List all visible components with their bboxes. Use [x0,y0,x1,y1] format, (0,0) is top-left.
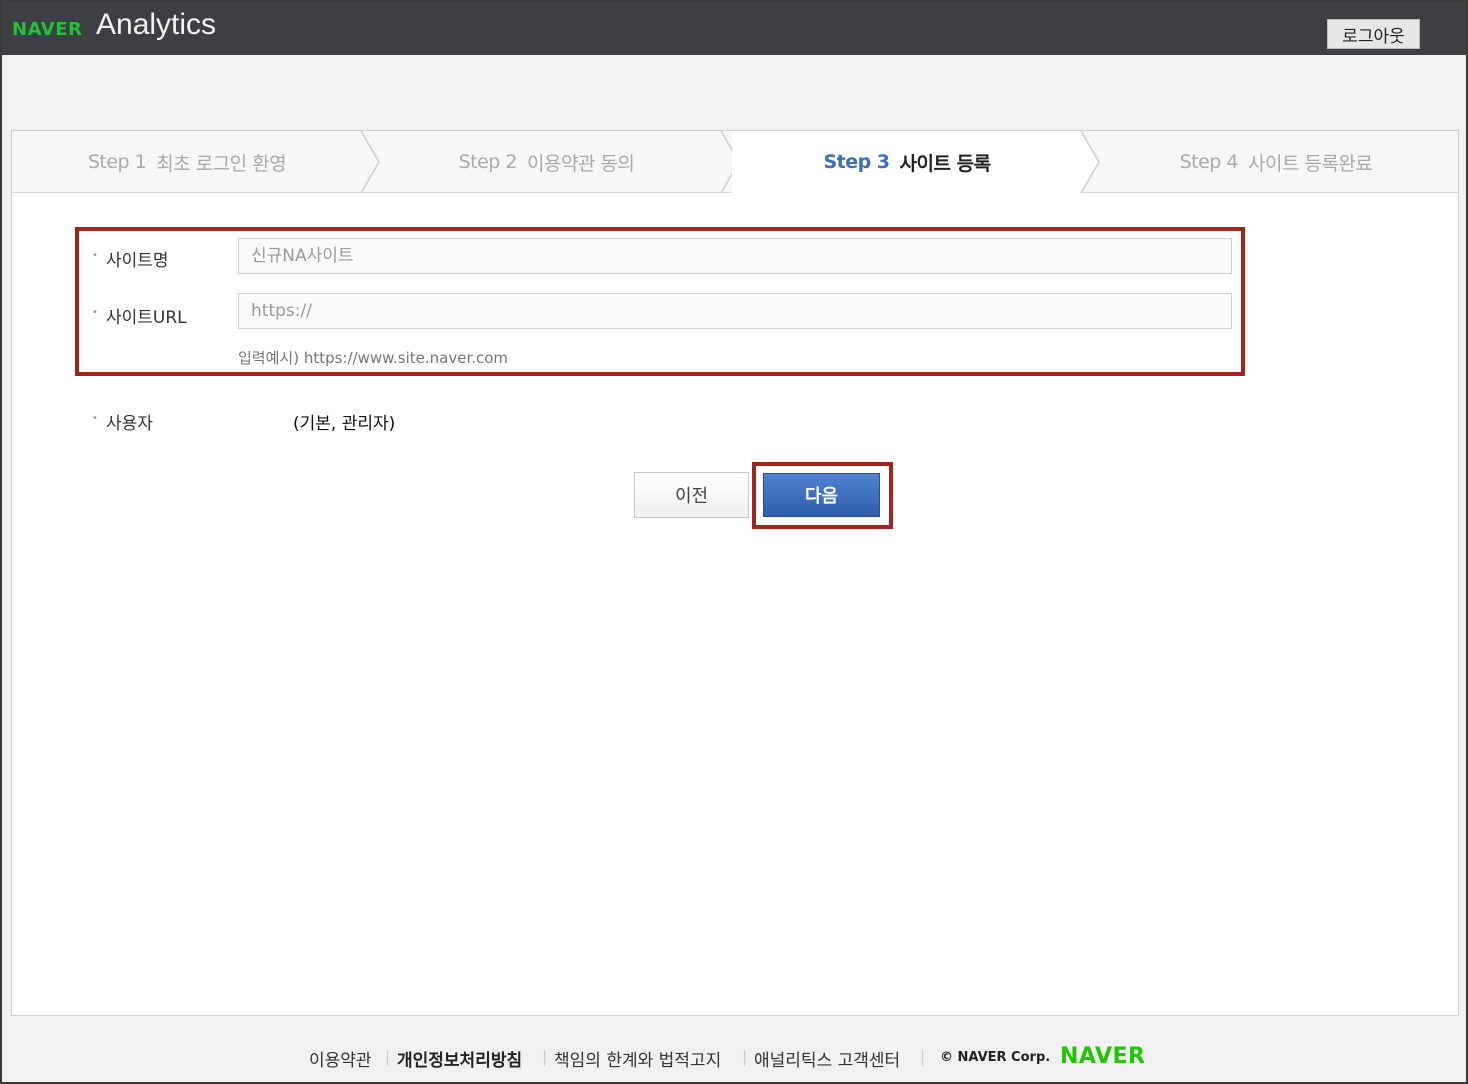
step-2: Step 2 이용약관 동의 [374,131,719,193]
logout-button[interactable]: 로그아웃 [1327,19,1420,49]
footer-naver-logo[interactable]: NAVER [1060,1044,1145,1069]
footer-copyright: © NAVER Corp. [940,1050,1051,1065]
footer-link-legal[interactable]: 책임의 한계와 법적고지 [554,1046,721,1071]
footer-separator: | [920,1048,926,1066]
step-progress-bar: Step 1 최초 로그인 환영 Step 2 이용약관 동의 Step 3 사… [12,131,1458,193]
top-bar: NAVER Analytics 로그아웃 [2,2,1466,55]
step-4: Step 4 사이트 등록완료 [1094,131,1458,193]
step-3: Step 3 사이트 등록 [732,131,1082,193]
footer-link-terms[interactable]: 이용약관 [309,1046,372,1071]
step-4-label: 사이트 등록완료 [1247,152,1373,175]
footer: 이용약관 | 개인정보처리방침 | 책임의 한계와 법적고지 | 애널리틱스 고… [2,1042,1466,1076]
footer-separator: | [385,1048,391,1066]
user-label: 사용자 [106,414,153,434]
next-button-highlight-box [752,462,893,529]
user-value: (기본, 관리자) [293,414,396,434]
footer-link-support[interactable]: 애널리틱스 고객센터 [754,1046,900,1071]
naver-logo[interactable]: NAVER [12,19,82,40]
form-highlight-box [75,227,1245,376]
step-3-label: 사이트 등록 [899,152,992,175]
bullet-icon: • [92,413,98,424]
analytics-logo[interactable]: Analytics [96,8,216,42]
step-1-label: 최초 로그인 환영 [156,152,287,175]
app-window: NAVER Analytics 로그아웃 Step 1 최초 로그인 환영 St… [0,0,1468,1084]
step-4-number: Step 4 [1179,151,1239,173]
step-1: Step 1 최초 로그인 환영 [12,131,362,193]
step-3-number: Step 3 [823,151,890,173]
footer-separator: | [542,1048,548,1066]
step-2-label: 이용약관 동의 [526,152,635,175]
step-2-number: Step 2 [458,151,518,173]
prev-button[interactable]: 이전 [634,472,749,518]
footer-link-privacy[interactable]: 개인정보처리방침 [397,1046,522,1071]
step-1-number: Step 1 [87,151,147,173]
footer-separator: | [742,1048,748,1066]
